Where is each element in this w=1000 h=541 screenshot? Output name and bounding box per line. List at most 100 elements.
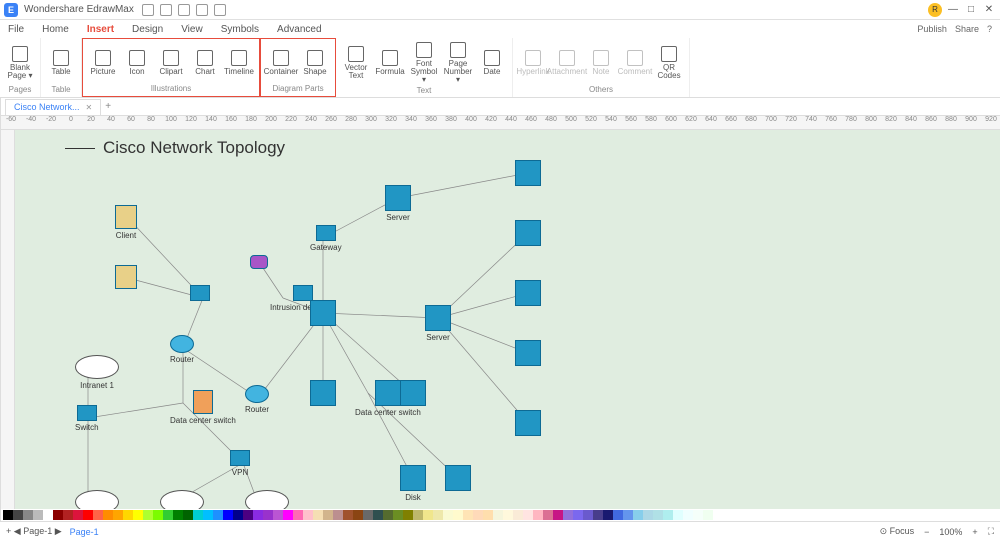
qat-print-icon[interactable] <box>196 4 208 16</box>
color-swatch[interactable] <box>453 510 463 520</box>
color-swatch[interactable] <box>623 510 633 520</box>
color-swatch[interactable] <box>593 510 603 520</box>
tool-date[interactable]: Date <box>476 40 508 86</box>
color-swatch[interactable] <box>43 510 53 520</box>
qat-redo-icon[interactable] <box>160 4 172 16</box>
color-swatch[interactable] <box>223 510 233 520</box>
color-swatch[interactable] <box>683 510 693 520</box>
color-swatch[interactable] <box>243 510 253 520</box>
menu-file[interactable]: File <box>8 24 24 35</box>
node-r4[interactable] <box>515 340 541 366</box>
canvas[interactable]: Cisco Network Topology ClientIntranet 1S… <box>15 130 1000 509</box>
node-r2[interactable] <box>515 220 541 246</box>
color-swatch[interactable] <box>333 510 343 520</box>
color-swatch[interactable] <box>153 510 163 520</box>
focus-button[interactable]: ⊙ Focus <box>880 526 915 537</box>
color-swatch[interactable] <box>83 510 93 520</box>
node-server[interactable]: Server <box>385 185 411 222</box>
color-swatch[interactable] <box>313 510 323 520</box>
color-swatch[interactable] <box>563 510 573 520</box>
color-swatch[interactable] <box>583 510 593 520</box>
color-swatch[interactable] <box>173 510 183 520</box>
color-swatch[interactable] <box>23 510 33 520</box>
color-swatch[interactable] <box>413 510 423 520</box>
tool-chart[interactable]: Chart <box>189 41 221 84</box>
node-switch[interactable]: Switch <box>75 405 99 432</box>
node-disk[interactable]: Disk <box>400 465 426 502</box>
node-router[interactable]: Router <box>170 335 194 364</box>
color-swatch[interactable] <box>573 510 583 520</box>
color-swatch[interactable] <box>553 510 563 520</box>
menu-advanced[interactable]: Advanced <box>277 24 321 35</box>
color-swatch[interactable] <box>163 510 173 520</box>
node-gateway[interactable]: Gateway <box>310 225 342 252</box>
color-swatch[interactable] <box>133 510 143 520</box>
color-swatch[interactable] <box>393 510 403 520</box>
color-swatch[interactable] <box>63 510 73 520</box>
color-swatch[interactable] <box>423 510 433 520</box>
node-core[interactable] <box>310 300 336 326</box>
menu-design[interactable]: Design <box>132 24 163 35</box>
node-dc2b[interactable] <box>400 380 426 406</box>
tool-table[interactable]: Table <box>45 40 77 85</box>
color-swatch[interactable] <box>93 510 103 520</box>
node-server2[interactable]: Server <box>425 305 451 342</box>
color-swatch[interactable] <box>613 510 623 520</box>
user-avatar[interactable]: R <box>928 3 942 17</box>
tool-picture[interactable]: Picture <box>87 41 119 84</box>
tool-icon[interactable]: Icon <box>121 41 153 84</box>
node-r5[interactable] <box>515 410 541 436</box>
tool-vector-text[interactable]: Vector Text <box>340 40 372 86</box>
tab-add-button[interactable]: + <box>101 101 115 112</box>
color-swatch[interactable] <box>643 510 653 520</box>
color-swatch[interactable] <box>273 510 283 520</box>
color-swatch[interactable] <box>513 510 523 520</box>
node-vpn[interactable]: VPN <box>230 450 250 477</box>
color-swatch[interactable] <box>123 510 133 520</box>
color-swatch[interactable] <box>53 510 63 520</box>
menu-view[interactable]: View <box>181 24 203 35</box>
tool-qr-codes[interactable]: QR Codes <box>653 40 685 85</box>
help-button[interactable]: ? <box>987 24 992 34</box>
color-swatch[interactable] <box>543 510 553 520</box>
color-swatch[interactable] <box>213 510 223 520</box>
color-swatch[interactable] <box>323 510 333 520</box>
tool-formula[interactable]: Formula <box>374 40 406 86</box>
menu-insert[interactable]: Insert <box>87 24 114 35</box>
node-disk2[interactable] <box>445 465 471 491</box>
color-swatch[interactable] <box>473 510 483 520</box>
publish-button[interactable]: Publish <box>917 24 947 34</box>
tab-cisco[interactable]: Cisco Network...✕ <box>5 99 101 115</box>
color-swatch[interactable] <box>403 510 413 520</box>
color-swatch[interactable] <box>703 510 713 520</box>
node-intranet1[interactable]: Intranet 1 <box>75 355 119 390</box>
minimize-button[interactable]: — <box>946 4 960 15</box>
color-swatch[interactable] <box>533 510 543 520</box>
color-swatch[interactable] <box>693 510 703 520</box>
color-swatch[interactable] <box>183 510 193 520</box>
color-swatch[interactable] <box>283 510 293 520</box>
color-swatch[interactable] <box>113 510 123 520</box>
node-dcs[interactable]: Data center switch <box>170 390 236 425</box>
color-swatch[interactable] <box>633 510 643 520</box>
color-swatch[interactable] <box>143 510 153 520</box>
color-swatch[interactable] <box>303 510 313 520</box>
node-router2[interactable]: Router <box>245 385 269 414</box>
tool-container[interactable]: Container <box>265 41 297 84</box>
tab-close-icon[interactable]: ✕ <box>86 103 93 112</box>
color-swatch[interactable] <box>203 510 213 520</box>
color-swatch[interactable] <box>13 510 23 520</box>
color-swatch[interactable] <box>653 510 663 520</box>
color-swatch[interactable] <box>103 510 113 520</box>
page-label[interactable]: Page-1 <box>70 527 99 537</box>
color-swatch[interactable] <box>503 510 513 520</box>
color-swatch[interactable] <box>463 510 473 520</box>
color-swatch[interactable] <box>373 510 383 520</box>
menu-symbols[interactable]: Symbols <box>221 24 259 35</box>
qat-undo-icon[interactable] <box>142 4 154 16</box>
node-r3[interactable] <box>515 280 541 306</box>
tool-clipart[interactable]: Clipart <box>155 41 187 84</box>
color-swatch[interactable] <box>383 510 393 520</box>
node-dc2a[interactable] <box>310 380 336 406</box>
close-button[interactable]: ✕ <box>982 4 996 15</box>
